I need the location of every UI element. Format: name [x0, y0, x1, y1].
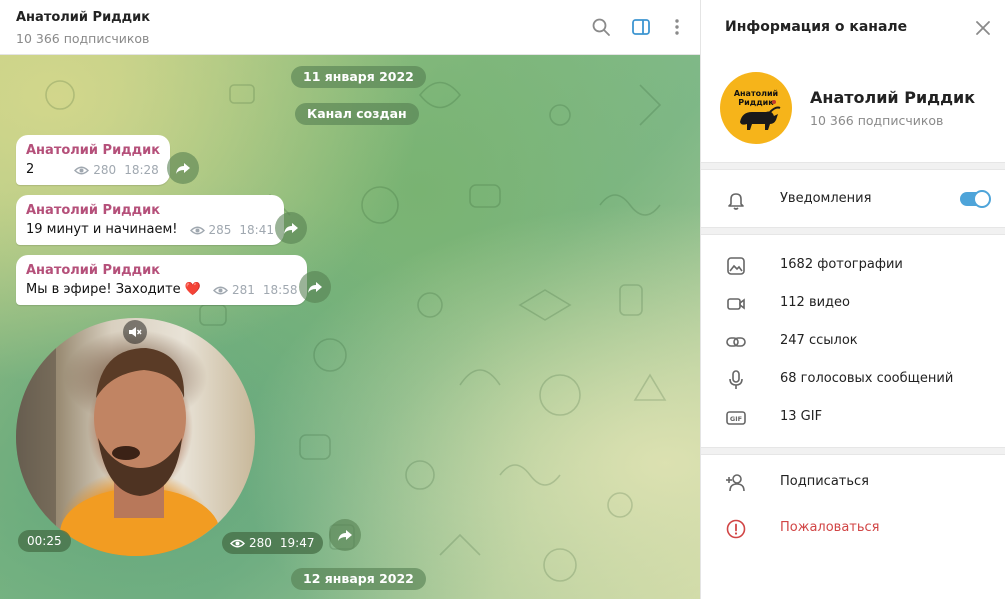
more-menu-icon[interactable] [666, 16, 688, 38]
message-bubble[interactable]: Анатолий Риддик Мы в эфире! Заходите ❤️ … [16, 255, 308, 305]
forward-icon [176, 163, 190, 174]
forward-button[interactable] [275, 212, 307, 244]
media-row-links[interactable]: 247 ссылок [701, 322, 1005, 360]
service-message: Канал создан [295, 103, 419, 125]
message-text: 19 минут и начинаем! [26, 222, 178, 237]
media-label: 112 видео [780, 295, 850, 310]
chat-title[interactable]: Анатолий Риддик [16, 10, 150, 25]
media-row-gif[interactable]: GIF 13 GIF [701, 398, 1005, 436]
divider [701, 162, 1005, 170]
message-time: 18:28 [124, 163, 159, 177]
message-meta: 285 18:41 [189, 223, 274, 237]
forward-button[interactable] [329, 519, 361, 551]
warning-icon [725, 518, 747, 540]
views-icon [189, 226, 205, 234]
bell-icon [725, 189, 747, 211]
bull-logo-icon [740, 100, 781, 130]
muted-speaker-icon [129, 327, 142, 337]
media-row-videos[interactable]: 112 видео [701, 284, 1005, 322]
views-icon [230, 539, 245, 547]
notifications-label: Уведомления [780, 191, 872, 206]
view-count: 280 [249, 536, 272, 550]
views-icon [212, 286, 228, 294]
message-bubble[interactable]: Анатолий Риддик 19 минут и начинаем! 285… [16, 195, 284, 245]
forward-icon [284, 223, 298, 234]
photo-icon [725, 255, 747, 277]
round-video-message[interactable] [16, 318, 255, 556]
microphone-icon [725, 369, 747, 391]
channel-subscribers: 10 366 подписчиков [810, 113, 944, 128]
divider [701, 227, 1005, 235]
channel-avatar[interactable]: Анатолий Риддик [720, 72, 792, 144]
views-icon [74, 166, 90, 174]
mute-button[interactable] [123, 320, 147, 344]
date-separator: 12 января 2022 [291, 568, 426, 590]
video-icon [725, 293, 747, 315]
chat-header[interactable]: Анатолий Риддик 10 366 подписчиков [0, 0, 700, 55]
media-row-voice[interactable]: 68 голосовых сообщений [701, 360, 1005, 398]
media-label: 13 GIF [780, 409, 823, 424]
video-meta: 280 19:47 [222, 532, 323, 554]
message-meta: 280 18:28 [74, 163, 159, 177]
subscribe-button[interactable]: Подписаться [701, 463, 1005, 501]
notifications-row[interactable]: Уведомления [701, 180, 1005, 218]
video-duration: 00:25 [18, 530, 71, 552]
media-label: 1682 фотографии [780, 257, 903, 272]
channel-info-panel: Информация о канале Анатолий Риддик Анат… [700, 0, 1005, 599]
gif-icon: GIF [725, 407, 747, 429]
forward-icon [308, 282, 322, 293]
forward-button[interactable] [167, 152, 199, 184]
notifications-toggle[interactable] [960, 190, 991, 208]
message-time: 18:58 [262, 283, 298, 297]
chat-area: Анатолий Риддик 10 366 подписчиков 11 ян… [0, 0, 700, 599]
media-row-photos[interactable]: 1682 фотографии [701, 246, 1005, 284]
message-time: 19:47 [279, 536, 315, 550]
subscribe-label: Подписаться [780, 474, 869, 489]
message-bubble[interactable]: Анатолий Риддик 2 280 18:28 [16, 135, 171, 185]
forward-button[interactable] [299, 271, 331, 303]
channel-name: Анатолий Риддик [810, 88, 976, 107]
message-text: Мы в эфире! Заходите ❤️ [26, 282, 201, 297]
message-meta: 281 18:58 [212, 283, 298, 297]
view-count: 280 [93, 163, 117, 177]
message-text: 2 [26, 162, 35, 177]
search-icon[interactable] [590, 16, 612, 38]
link-icon [725, 331, 747, 353]
report-label: Пожаловаться [780, 520, 880, 535]
panel-title: Информация о канале [725, 19, 908, 35]
media-label: 68 голосовых сообщений [780, 371, 954, 386]
close-button[interactable] [974, 19, 992, 37]
message-author[interactable]: Анатолий Риддик [26, 203, 274, 218]
report-button[interactable]: Пожаловаться [701, 509, 1005, 547]
view-count: 281 [231, 283, 255, 297]
svg-text:GIF: GIF [730, 415, 742, 423]
add-user-icon [725, 472, 747, 494]
message-time: 18:41 [239, 223, 274, 237]
view-count: 285 [208, 223, 232, 237]
forward-icon [338, 530, 352, 541]
chat-subscribers: 10 366 подписчиков [16, 31, 150, 46]
toggle-knob [973, 190, 991, 208]
message-author[interactable]: Анатолий Риддик [26, 143, 160, 158]
date-separator: 11 января 2022 [291, 66, 426, 88]
divider [701, 447, 1005, 455]
close-icon [976, 21, 990, 35]
message-author[interactable]: Анатолий Риддик [26, 263, 297, 278]
video-frame [16, 318, 220, 556]
media-label: 247 ссылок [780, 333, 858, 348]
sidebar-toggle-icon[interactable] [630, 16, 652, 38]
